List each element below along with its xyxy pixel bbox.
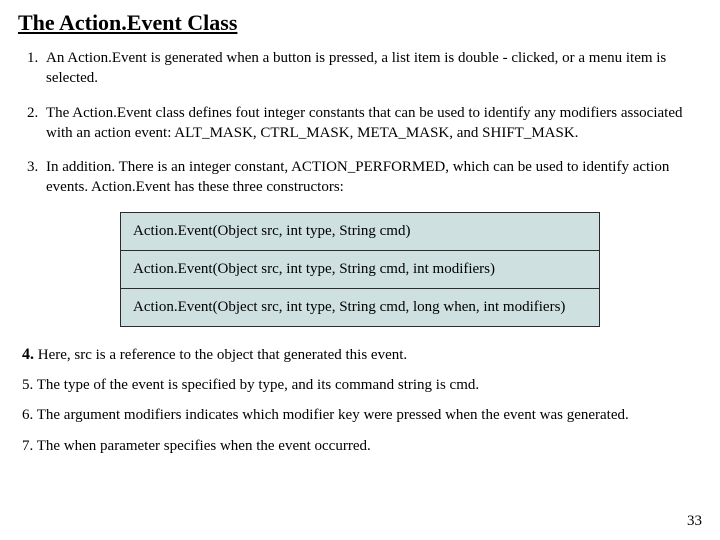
list-item: In addition. There is an integer constan… bbox=[42, 157, 702, 198]
numbered-list: An Action.Event is generated when a butt… bbox=[18, 48, 702, 198]
list-item: 7. The when parameter specifies when the… bbox=[22, 436, 698, 456]
continuation-list: 4. Here, src is a reference to the objec… bbox=[18, 344, 702, 456]
page-title: The Action.Event Class bbox=[18, 10, 702, 36]
item-text: Here, src is a reference to the object t… bbox=[34, 347, 407, 363]
list-item: 4. Here, src is a reference to the objec… bbox=[22, 344, 698, 366]
item-number: 5. bbox=[22, 377, 33, 393]
list-item: An Action.Event is generated when a butt… bbox=[42, 48, 702, 89]
constructor-signature: Action.Event(Object src, int type, Strin… bbox=[120, 250, 600, 289]
item-text: The argument modifiers indicates which m… bbox=[33, 407, 629, 423]
constructors-box: Action.Event(Object src, int type, Strin… bbox=[120, 212, 600, 327]
item-text: The when parameter specifies when the ev… bbox=[33, 438, 371, 454]
item-text: The type of the event is specified by ty… bbox=[33, 377, 479, 393]
item-number: 7. bbox=[22, 438, 33, 454]
list-item: 5. The type of the event is specified by… bbox=[22, 375, 698, 395]
list-item: 6. The argument modifiers indicates whic… bbox=[22, 405, 698, 425]
constructor-signature: Action.Event(Object src, int type, Strin… bbox=[120, 288, 600, 327]
item-number: 4. bbox=[22, 346, 34, 363]
item-number: 6. bbox=[22, 407, 33, 423]
slide-page: The Action.Event Class An Action.Event i… bbox=[0, 0, 720, 456]
page-number: 33 bbox=[687, 513, 702, 530]
constructor-signature: Action.Event(Object src, int type, Strin… bbox=[120, 212, 600, 251]
list-item: The Action.Event class defines fout inte… bbox=[42, 103, 702, 144]
